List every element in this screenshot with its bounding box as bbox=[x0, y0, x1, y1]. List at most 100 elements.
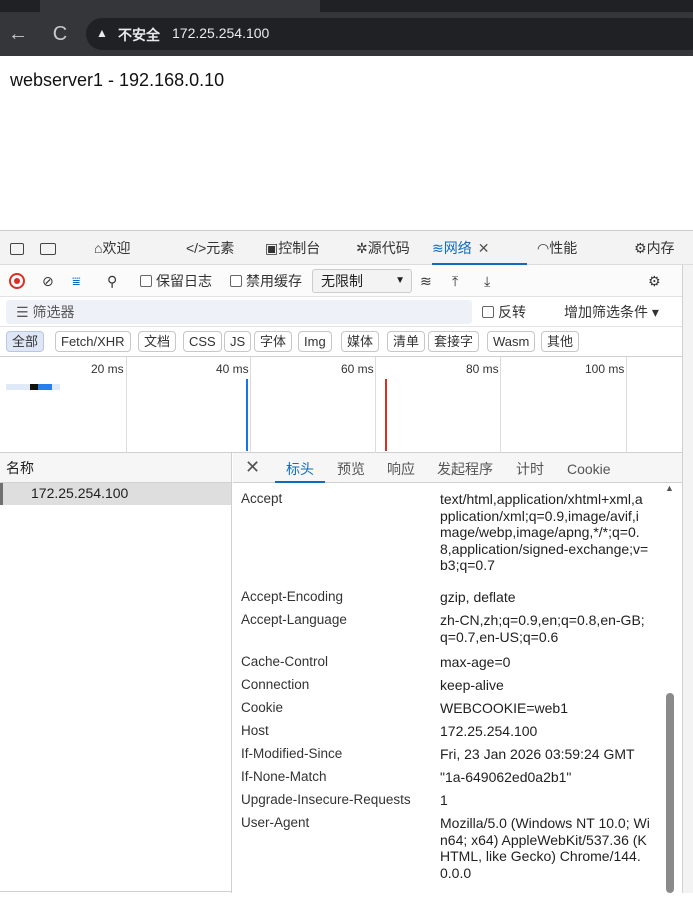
header-name: If-Modified-Since bbox=[241, 746, 343, 761]
header-name: Connection bbox=[241, 677, 310, 692]
network-overview[interactable]: 20 ms 40 ms 60 ms 80 ms 100 ms bbox=[0, 357, 682, 453]
filter-icon: ☰ bbox=[16, 304, 33, 320]
header-value: zh-CN,zh;q=0.9,en;q=0.8,en-GB;q=0.7,en-U… bbox=[440, 612, 645, 645]
devtools-tab-bar: ⌂欢迎 </>元素 ▣控制台 ✲源代码 ≋网络 ✕ ◠性能 ⚙内存 bbox=[0, 231, 693, 265]
type-filter-socket[interactable]: 套接字 bbox=[428, 331, 480, 352]
tab-sources-label: 源代码 bbox=[367, 240, 410, 256]
tab-elements-label: 元素 bbox=[206, 240, 235, 256]
header-value: keep-alive bbox=[440, 677, 504, 693]
reload-button[interactable]: C bbox=[48, 22, 72, 46]
url-text[interactable]: 172.25.254.100 bbox=[172, 25, 269, 41]
header-name: Accept-Encoding bbox=[241, 589, 344, 604]
search-icon[interactable]: ⚲ bbox=[107, 265, 117, 297]
filter-input[interactable]: ☰ 筛选器 bbox=[6, 300, 472, 324]
header-name: Cache-Control bbox=[241, 654, 329, 669]
header-value: Mozilla/5.0 (Windows NT 10.0; Win64; x64… bbox=[440, 815, 650, 881]
grid-line bbox=[626, 357, 627, 453]
details-scrollbar[interactable]: ▲ bbox=[665, 483, 675, 893]
filter-toggle-icon[interactable]: ⩸ bbox=[72, 265, 81, 297]
browser-tab[interactable] bbox=[40, 0, 320, 12]
request-name-column: 名称 172.25.254.100 bbox=[0, 453, 232, 893]
header-name: Accept-Language bbox=[241, 612, 347, 627]
name-column-header[interactable]: 名称 bbox=[0, 453, 231, 483]
throttle-select[interactable]: 无限制 ▼ bbox=[312, 269, 412, 293]
type-filter-img[interactable]: Img bbox=[298, 331, 332, 352]
type-filter-js[interactable]: JS bbox=[224, 331, 252, 352]
type-filter-media[interactable]: 媒体 bbox=[341, 331, 380, 352]
header-value: 172.25.254.100 bbox=[440, 723, 538, 739]
scroll-up-icon[interactable]: ▲ bbox=[665, 483, 674, 493]
tab-network[interactable]: ≋网络 ✕ bbox=[432, 231, 527, 265]
type-filter-css[interactable]: CSS bbox=[183, 331, 222, 352]
device-toolbar-icon[interactable] bbox=[10, 231, 24, 265]
console-icon: ▣ bbox=[265, 240, 279, 256]
throttle-value: 无限制 bbox=[321, 273, 363, 289]
record-icon[interactable] bbox=[9, 273, 25, 289]
bug-icon: ✲ bbox=[356, 240, 368, 256]
wifi-icon: ≋ bbox=[432, 240, 444, 256]
header-value: 1 bbox=[440, 792, 448, 808]
grid-line bbox=[126, 357, 127, 453]
tab-cookies[interactable]: Cookie bbox=[567, 453, 611, 483]
header-name: Upgrade-Insecure-Requests bbox=[241, 792, 411, 807]
overview-tick: 40 ms bbox=[216, 362, 249, 376]
header-value: WEBCOOKIE=web1 bbox=[440, 700, 568, 716]
back-arrow-icon: ← bbox=[8, 23, 28, 45]
export-icon[interactable]: ⤓ bbox=[484, 265, 490, 297]
type-filter-other[interactable]: 其他 bbox=[541, 331, 580, 352]
network-conditions-icon[interactable]: ≋ bbox=[420, 265, 432, 297]
grid-line bbox=[375, 357, 376, 453]
load-event-marker bbox=[385, 379, 387, 451]
type-filter-wasm[interactable]: Wasm bbox=[487, 331, 536, 352]
tab-headers[interactable]: 标头 bbox=[275, 453, 325, 483]
invert-label: 反转 bbox=[498, 304, 526, 320]
request-waiting-bar bbox=[30, 384, 38, 390]
network-toolbar: ⊘ ⩸ ⚲ 保留日志 禁用缓存 无限制 ▼ ≋ ⤒ ⤓ ⚙ bbox=[0, 265, 693, 297]
clear-icon[interactable]: ⊘ bbox=[42, 265, 54, 297]
request-details-panel: ✕ 标头 预览 响应 发起程序 计时 Cookie Accept text/ht… bbox=[233, 453, 682, 893]
tab-elements[interactable]: </>元素 bbox=[186, 231, 234, 265]
dock-icon[interactable] bbox=[40, 231, 56, 265]
tab-performance[interactable]: ◠性能 bbox=[537, 231, 577, 265]
tab-network-label: 网络 bbox=[443, 240, 472, 256]
preserve-log-checkbox[interactable]: 保留日志 bbox=[140, 265, 212, 297]
warning-triangle-icon: ▲ bbox=[96, 26, 108, 40]
tab-memory[interactable]: ⚙内存 bbox=[634, 231, 675, 265]
disable-cache-checkbox[interactable]: 禁用缓存 bbox=[230, 265, 302, 297]
header-value: "1a-649062ed0a2b1" bbox=[440, 769, 572, 785]
close-details-icon[interactable]: ✕ bbox=[245, 453, 260, 483]
tab-response[interactable]: 响应 bbox=[387, 453, 415, 483]
type-filter-doc[interactable]: 文档 bbox=[138, 331, 177, 352]
tab-preview[interactable]: 预览 bbox=[337, 453, 365, 483]
more-filters-dropdown[interactable]: 增加筛选条件 ▾ bbox=[564, 297, 659, 327]
not-secure-label[interactable]: 不安全 bbox=[118, 25, 160, 45]
address-bar[interactable]: ▲ 不安全 172.25.254.100 bbox=[86, 18, 693, 50]
tab-welcome[interactable]: ⌂欢迎 bbox=[94, 231, 130, 265]
chip-icon: ⚙ bbox=[634, 240, 647, 256]
close-tab-icon[interactable]: ✕ bbox=[478, 240, 490, 256]
type-filter-manifest[interactable]: 清单 bbox=[387, 331, 426, 352]
preserve-log-label: 保留日志 bbox=[156, 273, 212, 289]
tab-console[interactable]: ▣控制台 bbox=[265, 231, 320, 265]
grid-line bbox=[500, 357, 501, 453]
tab-console-label: 控制台 bbox=[278, 240, 321, 256]
scroll-thumb[interactable] bbox=[666, 693, 674, 893]
settings-gear-icon[interactable]: ⚙ bbox=[648, 265, 661, 297]
dom-content-loaded-marker bbox=[246, 379, 248, 451]
request-download-bar bbox=[38, 384, 52, 390]
tab-timing[interactable]: 计时 bbox=[516, 453, 544, 483]
type-filter-all[interactable]: 全部 bbox=[6, 331, 45, 352]
invert-checkbox[interactable]: 反转 bbox=[482, 297, 526, 327]
header-name: If-None-Match bbox=[241, 769, 327, 784]
tab-sources[interactable]: ✲源代码 bbox=[356, 231, 410, 265]
tab-performance-label: 性能 bbox=[549, 240, 578, 256]
type-filter-font[interactable]: 字体 bbox=[254, 331, 293, 352]
overview-tick: 100 ms bbox=[585, 362, 625, 376]
type-filter-fetch-xhr[interactable]: Fetch/XHR bbox=[55, 331, 131, 352]
import-icon[interactable]: ⤒ bbox=[452, 265, 458, 297]
back-button[interactable]: ← bbox=[6, 22, 30, 46]
request-row[interactable]: 172.25.254.100 bbox=[0, 483, 231, 505]
header-value: Fri, 23 Jan 2026 03:59:24 GMT bbox=[440, 746, 635, 762]
tab-initiator[interactable]: 发起程序 bbox=[437, 453, 493, 483]
header-value: max-age=0 bbox=[440, 654, 511, 670]
